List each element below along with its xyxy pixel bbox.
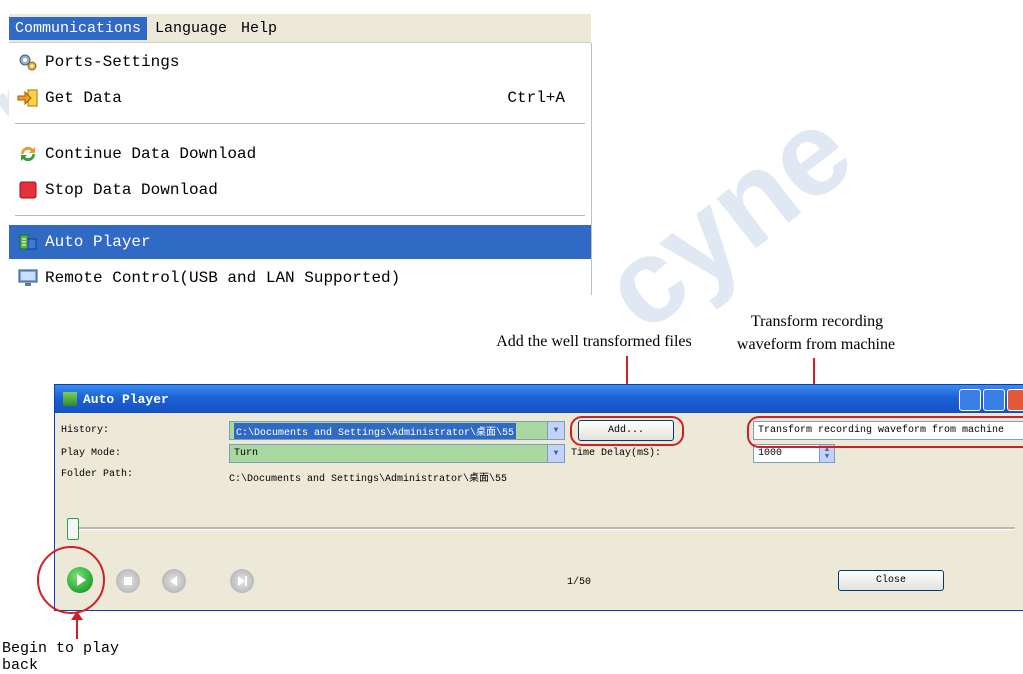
menu-item-continue-data-download[interactable]: Continue Data Download: [9, 137, 591, 171]
menu-separator: [15, 215, 585, 216]
title-bar: Auto Player: [55, 385, 1023, 413]
history-combo[interactable]: C:\Documents and Settings\Administrator\…: [229, 421, 565, 440]
monitor-icon: [17, 267, 39, 289]
folder-path-value: C:\Documents and Settings\Administrator\…: [229, 474, 508, 485]
get-data-icon: [17, 87, 39, 109]
stop-button[interactable]: [116, 569, 140, 593]
time-delay-label: Time Delay(mS):: [571, 448, 662, 459]
menu-item-label: Ports-Settings: [45, 53, 180, 71]
menu-item-label: Auto Player: [45, 233, 151, 251]
app-icon: [63, 392, 77, 406]
auto-player-icon: [17, 231, 39, 253]
close-button[interactable]: Close: [838, 570, 944, 591]
frame-counter: 1/50: [567, 577, 592, 588]
play-mode-combo[interactable]: Turn ▼: [229, 444, 565, 463]
chevron-down-icon[interactable]: ▼: [547, 445, 564, 462]
shortcut-label: Ctrl+A: [507, 89, 565, 107]
menu-bar: Communications Language Help: [9, 14, 591, 43]
highlight-play-button: [37, 546, 105, 614]
folder-path-label: Folder Path:: [61, 469, 134, 480]
menu-item-remote-control[interactable]: Remote Control(USB and LAN Supported): [9, 261, 591, 295]
menu-separator: [15, 123, 585, 124]
menu-item-label: Remote Control(USB and LAN Supported): [45, 269, 401, 287]
menu-item-get-data[interactable]: Get Data Ctrl+A: [9, 81, 591, 115]
annotation-transform-line1: Transform recording: [750, 313, 884, 330]
annotation-play: Begin to play back: [2, 640, 120, 674]
menu-communications[interactable]: Communications: [9, 16, 148, 40]
menu-help[interactable]: Help: [235, 17, 283, 40]
menu-item-stop-data-download[interactable]: Stop Data Download: [9, 173, 591, 207]
maximize-button[interactable]: [983, 389, 1005, 411]
communications-dropdown: Ports-Settings Get Data Ctrl+A Continue …: [9, 43, 592, 295]
menu-item-label: Continue Data Download: [45, 145, 257, 163]
annotation-transform-line2: waveform from machine: [736, 336, 896, 353]
play-mode-value: Turn: [234, 448, 259, 459]
time-delay-value: 1000: [758, 448, 783, 459]
previous-button[interactable]: [162, 569, 186, 593]
window-title: Auto Player: [83, 391, 169, 407]
stop-icon: [17, 179, 39, 201]
minimize-button[interactable]: [959, 389, 981, 411]
next-icon: [238, 576, 247, 586]
menu-item-ports-settings[interactable]: Ports-Settings: [9, 45, 591, 79]
menu-item-label: Stop Data Download: [45, 181, 218, 199]
chevron-down-icon[interactable]: ▼: [547, 422, 564, 439]
next-button[interactable]: [230, 569, 254, 593]
stop-icon: [124, 577, 132, 585]
playback-slider-thumb[interactable]: [67, 518, 79, 540]
gears-icon: [17, 51, 39, 73]
history-value: C:\Documents and Settings\Administrator\…: [234, 422, 517, 439]
arrow-play: [76, 619, 78, 639]
menu-item-auto-player[interactable]: Auto Player: [9, 225, 591, 259]
menu-item-label: Get Data: [45, 89, 122, 107]
playback-slider-track[interactable]: [67, 527, 1015, 530]
refresh-icon: [17, 143, 39, 165]
history-label: History:: [61, 425, 110, 436]
play-mode-label: Play Mode:: [61, 448, 122, 459]
close-window-button[interactable]: [1007, 389, 1023, 411]
highlight-transform-button: [747, 416, 1023, 448]
highlight-add-button: [570, 416, 684, 446]
annotation-add: Add the well transformed files: [496, 333, 692, 350]
menu-language[interactable]: Language: [149, 17, 233, 40]
previous-icon: [170, 576, 177, 586]
